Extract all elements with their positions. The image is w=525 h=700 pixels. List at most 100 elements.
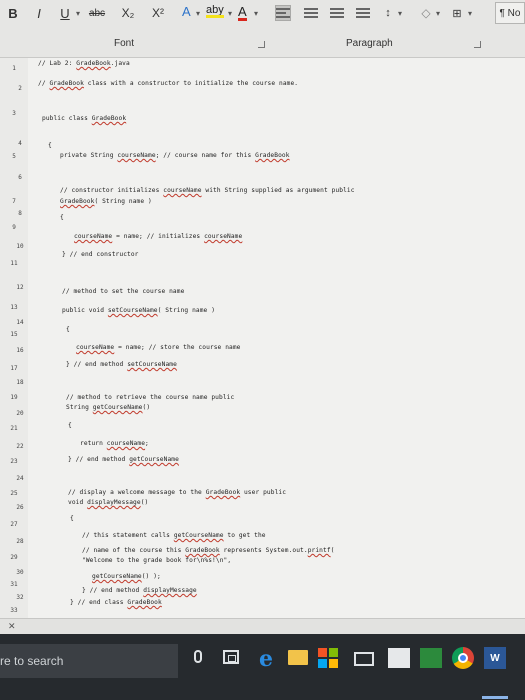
line-number: 24 [16,475,24,482]
line-number: 12 [16,284,24,291]
borders-dropdown-icon[interactable]: ▾ [466,2,474,24]
line-number: 17 [10,365,18,372]
search-placeholder: re to search [0,654,64,668]
code-line[interactable]: private String courseName; // course nam… [60,152,290,159]
line-number: 5 [12,153,16,160]
code-line[interactable]: getCourseName() ); [92,573,161,580]
font-group-label: Font [114,38,135,49]
line-spacing-icon[interactable]: ↕ [380,2,396,24]
line-number: 7 [12,198,16,205]
line-number: 32 [16,594,24,601]
code-line[interactable]: GradeBook( String name ) [60,198,152,205]
highlight-dropdown-icon[interactable]: ▾ [226,2,234,24]
task-view-icon[interactable] [223,650,239,664]
text-effects-button[interactable]: A [182,4,191,19]
paragraph-group-label: Paragraph [346,38,393,49]
microphone-icon[interactable] [194,650,202,663]
code-line[interactable]: String getCourseName() [66,404,150,411]
line-number: 14 [16,319,24,326]
align-center-icon[interactable] [304,6,318,20]
line-number: 6 [18,174,22,181]
line-number: 21 [10,425,18,432]
horizontal-scrollbar[interactable]: ✕ [0,618,525,634]
close-icon[interactable]: ✕ [8,621,16,632]
taskbar: re to search e W [0,634,525,700]
line-number: 29 [10,554,18,561]
line-number: 13 [10,304,18,311]
code-line[interactable]: return courseName; [80,440,149,447]
active-app-indicator [482,696,508,699]
mail-icon[interactable] [354,652,374,666]
shading-dropdown-icon[interactable]: ▾ [434,2,442,24]
store-icon[interactable] [318,648,338,668]
edge-browser-icon[interactable]: e [259,646,273,672]
paragraph-dialog-launcher-icon[interactable] [474,41,481,48]
borders-icon[interactable]: ⊞ [450,2,464,24]
line-number: 2 [18,85,22,92]
code-line[interactable]: // method to retrieve the course name pu… [66,394,234,401]
line-number: 9 [12,224,16,231]
font-color-dropdown-icon[interactable]: ▾ [252,2,260,24]
italic-button[interactable]: I [32,2,46,24]
strikethrough-button[interactable]: abc [86,2,108,24]
justify-icon[interactable] [356,6,370,20]
code-line[interactable]: public void setCourseName( String name ) [62,307,215,314]
code-line[interactable]: // method to set the course name [62,288,184,295]
line-number: 1 [12,65,16,72]
line-number-gutter: 1 2 3 4 5 6 7 8 9 10 11 12 13 14 15 16 17 18 19 20 21 22 23 24 2… [0,58,28,618]
line-number: 23 [10,458,18,465]
code-line[interactable]: // name of the course this GradeBook rep… [82,547,334,554]
chrome-icon[interactable] [452,647,474,669]
code-line[interactable]: courseName = name; // initializes course… [74,233,242,240]
code-line[interactable]: public class GradeBook [42,115,126,122]
code-line[interactable]: void displayMessage() [68,499,148,506]
code-line[interactable]: // Lab 2: GradeBook.java [38,60,130,67]
code-line[interactable]: } // end method getCourseName [68,456,179,463]
line-spacing-dropdown-icon[interactable]: ▾ [396,2,404,24]
code-line[interactable]: { [70,515,74,522]
code-line[interactable]: } // end class GradeBook [70,599,162,606]
app-icon[interactable] [388,648,410,668]
superscript-button[interactable]: X² [148,2,168,24]
align-right-icon[interactable] [330,6,344,20]
line-number: 25 [10,490,18,497]
line-number: 33 [10,607,18,614]
code-line[interactable]: "Welcome to the grade book for\n%s!\n", [82,557,231,564]
highlight-button[interactable]: aby [206,4,224,18]
line-number: 28 [16,538,24,545]
code-line[interactable]: { [48,142,52,149]
code-line[interactable]: { [60,214,64,221]
document-area[interactable]: 1 2 3 4 5 6 7 8 9 10 11 12 13 14 15 16 17 18 19 20 21 22 23 24 2… [0,58,525,618]
line-number: 30 [16,569,24,576]
code-line[interactable]: // display a welcome message to the Grad… [68,489,286,496]
line-number: 18 [16,379,24,386]
font-color-button[interactable]: A [238,4,247,21]
code-line[interactable]: // constructor initializes courseName wi… [60,187,355,194]
underline-button[interactable]: U [58,2,72,24]
word-icon[interactable]: W [484,647,506,669]
code-line[interactable]: // GradeBook class with a constructor to… [38,80,298,87]
shading-icon[interactable]: ◇ [418,2,434,24]
no-spacing-style[interactable]: ¶ No [495,2,525,24]
line-number: 8 [18,210,22,217]
code-line[interactable]: } // end method displayMessage [82,587,197,594]
code-line[interactable]: } // end constructor [62,251,139,258]
underline-dropdown-icon[interactable]: ▾ [74,2,82,24]
search-box[interactable]: re to search [0,644,178,678]
code-line[interactable]: // this statement calls getCourseName to… [82,532,266,539]
file-explorer-icon[interactable] [288,650,308,665]
font-dialog-launcher-icon[interactable] [258,41,265,48]
subscript-button[interactable]: X₂ [118,2,138,24]
line-number: 11 [10,260,18,267]
line-number: 20 [16,410,24,417]
code-line[interactable]: { [66,326,70,333]
code-line[interactable]: } // end method setCourseName [66,361,177,368]
code-line[interactable]: courseName = name; // store the course n… [76,344,241,351]
text-effects-dropdown-icon[interactable]: ▾ [194,2,202,24]
bold-button[interactable]: B [6,2,20,24]
line-number: 26 [16,504,24,511]
format-toolbar: B I U ▾ abc X₂ X² A ▾ aby ▾ A ▾ ↕ ▾ ◇ ▾ … [0,2,525,26]
app-icon[interactable] [420,648,442,668]
align-left-icon[interactable] [275,5,291,21]
code-line[interactable]: { [68,422,72,429]
